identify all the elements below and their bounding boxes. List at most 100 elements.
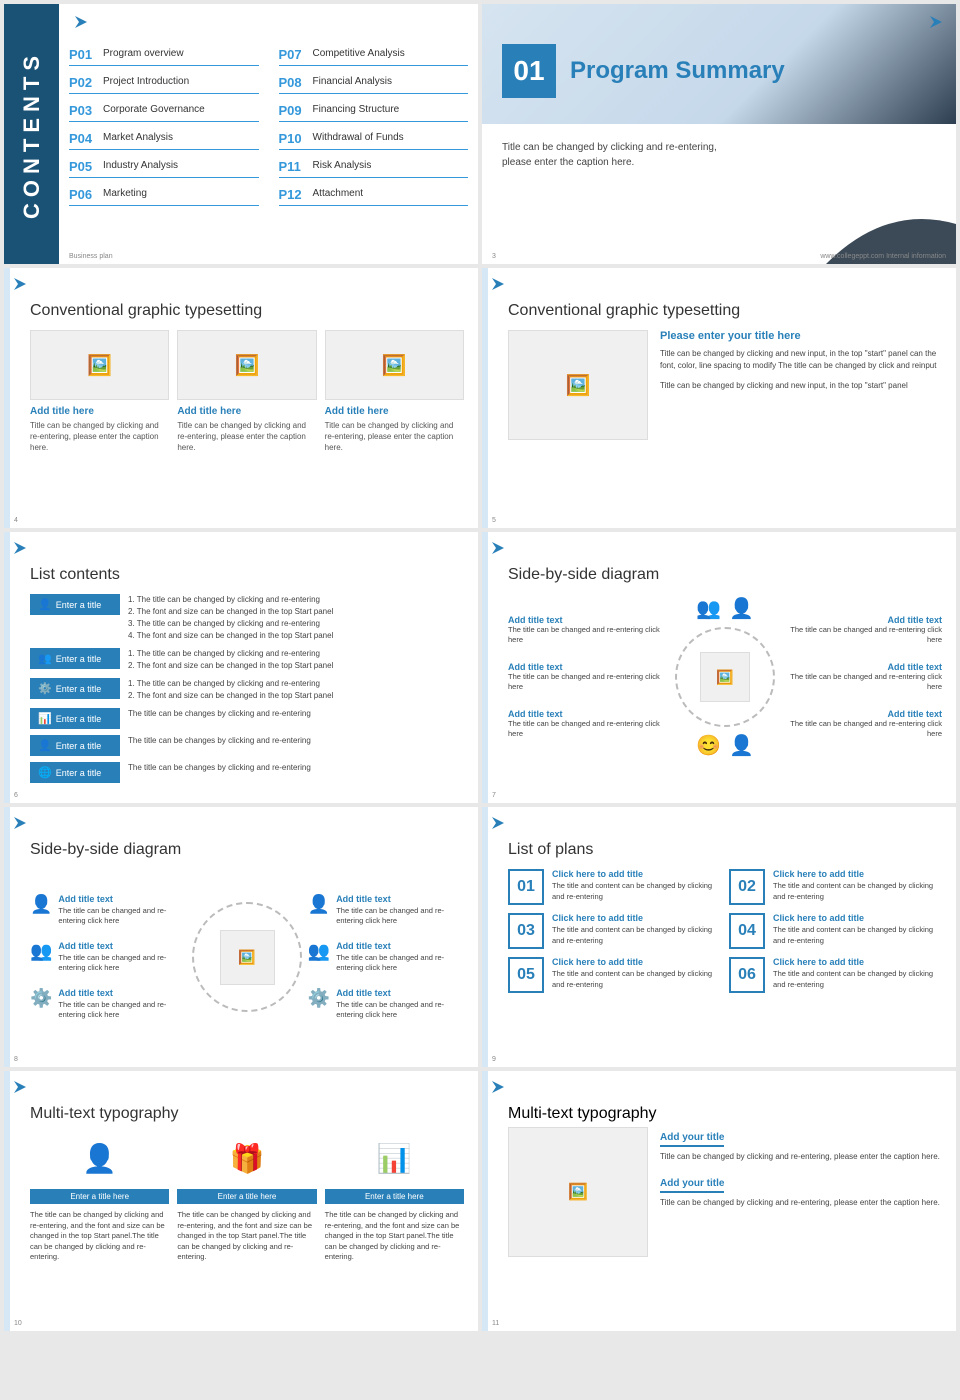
list-btn[interactable]: 👤 Enter a title (30, 594, 120, 615)
lsd-icon: ⚙️ (308, 988, 330, 1009)
conv-right-img: 🖼️ (508, 330, 648, 446)
plan-title: Click here to add title (773, 957, 942, 967)
lsd-desc: The title can be changed and re-entering… (58, 906, 186, 927)
toc-num: P04 (69, 131, 97, 146)
toc-item: P08 Financial Analysis (279, 72, 469, 94)
list-row: 👤 Enter a title 1. The title can be chan… (30, 594, 464, 642)
lsd-text: Add title textThe title can be changed a… (58, 894, 186, 927)
toc-num: P05 (69, 159, 97, 174)
lsd-text: Add title textThe title can be changed a… (336, 894, 464, 927)
body2: Title can be changed by clicking and new… (660, 380, 942, 392)
toc-num: P09 (279, 103, 307, 118)
side-item-right: Add title textThe title can be changed a… (777, 709, 942, 740)
plan-text: Click here to add title The title and co… (773, 869, 942, 902)
toc-label: Financial Analysis (313, 75, 392, 87)
list-btn[interactable]: 📊 Enter a title (30, 708, 120, 729)
list-btn-label: Enter a title (56, 684, 102, 694)
toc-item: P12Attachment (279, 184, 469, 206)
slide9-title: Multi-text typography (30, 1105, 464, 1123)
plan-item: 06 Click here to add title The title and… (729, 957, 942, 993)
lsd-icon: 👥 (308, 941, 330, 962)
center-area: 👥 👤 🖼️ 😊 👤 (675, 596, 775, 758)
multi-btn[interactable]: Enter a title here (177, 1189, 316, 1204)
conv-content: Conventional graphic typesetting 🖼️ Add … (18, 302, 464, 454)
list-row: ⚙️ Enter a title 1. The title can be cha… (30, 678, 464, 702)
center-circle: 🖼️ (675, 627, 775, 727)
list-btn[interactable]: 🌐 Enter a title (30, 762, 120, 783)
mrt-section: Add your title Title can be changed by c… (660, 1173, 942, 1209)
lsd-text: Add title textThe title can be changed a… (58, 988, 186, 1021)
list-icon: 👤 (38, 598, 52, 611)
multi-right-content-wrap: Multi-text typography 🖼️ Add your title … (496, 1105, 942, 1263)
lsd-item-right: ⚙️Add title textThe title can be changed… (308, 988, 464, 1021)
multi-btn[interactable]: Enter a title here (30, 1189, 169, 1204)
page-num-s9: 10 (14, 1320, 22, 1327)
toc-label: Attachment (313, 187, 364, 199)
slide-plans: List of plans 01 Click here to add title… (482, 807, 956, 1067)
side-col-right: Add title textThe title can be changed a… (777, 615, 942, 740)
lsd-desc: The title can be changed and re-entering… (58, 1000, 186, 1021)
side-accent-s6 (482, 532, 488, 803)
side-item-right: Add title textThe title can be changed a… (777, 615, 942, 646)
conv-col-item: 🖼️ Add title here Title can be changed b… (325, 330, 464, 454)
image-placeholder: 🖼️ (30, 330, 169, 400)
logo-icon-s5 (12, 540, 28, 561)
multi-btn[interactable]: Enter a title here (325, 1189, 464, 1204)
lsd-icon: 👤 (308, 894, 330, 915)
conv-col-item: 🖼️ Add title here Title can be changed b… (177, 330, 316, 454)
slide-list-contents: List contents 👤 Enter a title 1. The tit… (4, 532, 478, 803)
footer-text: Business plan (69, 253, 113, 260)
toc-num: P08 (279, 75, 307, 90)
item-desc: Title can be changed by clicking and re-… (325, 420, 464, 454)
lsd-text: Add title textThe title can be changed a… (336, 941, 464, 974)
side-col-left: Add title textThe title can be changed a… (508, 615, 673, 740)
list-icon: 📊 (38, 712, 52, 725)
list-btn-label: Enter a title (56, 741, 102, 751)
side-title: Add title text (508, 662, 673, 672)
page-num-s6: 7 (492, 792, 496, 799)
mrt-section: Add your title Title can be changed by c… (660, 1127, 942, 1163)
list-btn-label: Enter a title (56, 768, 102, 778)
page-num-s8: 9 (492, 1056, 496, 1063)
toc-label: Industry Analysis (103, 159, 178, 171)
list-icon: 👤 (38, 739, 52, 752)
list-btn[interactable]: 👤 Enter a title (30, 735, 120, 756)
toc-num: P07 (279, 47, 307, 62)
multi-item: 👤 Enter a title here The title can be ch… (30, 1133, 169, 1263)
plans-grid: 01 Click here to add title The title and… (508, 869, 942, 993)
side-diagram-6: Add title textThe title can be changed a… (508, 592, 942, 762)
side-title: Add title text (777, 662, 942, 672)
plan-title: Click here to add title (552, 957, 721, 967)
program-header: 01 Program Summary (502, 44, 785, 98)
slide6-title: Side-by-side diagram (508, 566, 942, 584)
list-btn[interactable]: 👥 Enter a title (30, 648, 120, 669)
toc-label: Competitive Analysis (313, 47, 405, 59)
lsd-desc: The title can be changed and re-entering… (58, 953, 186, 974)
side-title: Add title text (777, 615, 942, 625)
side-accent-s5 (4, 532, 10, 803)
lsd-title: Add title text (336, 941, 464, 951)
lsd-item-left: ⚙️Add title textThe title can be changed… (30, 988, 186, 1021)
plan-text: Click here to add title The title and co… (773, 957, 942, 990)
logo-icon-s9 (12, 1079, 28, 1100)
lsd-title: Add title text (58, 941, 186, 951)
list-rows: 👤 Enter a title 1. The title can be chan… (30, 594, 464, 783)
multi-three-col: 👤 Enter a title here The title can be ch… (30, 1133, 464, 1263)
plan-num: 03 (508, 913, 544, 949)
plan-item: 01 Click here to add title The title and… (508, 869, 721, 905)
image-placeholder: 🖼️ (177, 330, 316, 400)
list-btn-label: Enter a title (56, 654, 102, 664)
image-placeholder: 🖼️ (508, 330, 648, 440)
list-text: 1. The title can be changed by clicking … (128, 594, 333, 642)
plan-num: 04 (729, 913, 765, 949)
page-num-s5: 6 (14, 792, 18, 799)
lsd-title: Add title text (336, 894, 464, 904)
side-desc: The title can be changed and re-entering… (777, 672, 942, 693)
slide10-title: Multi-text typography (508, 1105, 942, 1123)
list-text: The title can be changes by clicking and… (128, 762, 311, 774)
lsd-left: 👤Add title textThe title can be changed … (30, 894, 186, 1021)
plan-num: 01 (508, 869, 544, 905)
list-btn[interactable]: ⚙️ Enter a title (30, 678, 120, 699)
item-desc: Title can be changed by clicking and re-… (177, 420, 316, 454)
multi-desc: The title can be changed by clicking and… (325, 1210, 464, 1263)
